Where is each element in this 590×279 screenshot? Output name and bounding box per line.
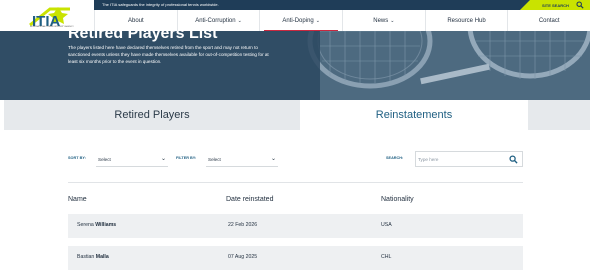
tab-bar: Retired Players Reinstatements	[0, 100, 590, 130]
tab-spacer	[528, 100, 590, 130]
site-header: ITIA INTERNATIONAL TENNIS INTEGRITY AGEN…	[0, 0, 590, 31]
nav-label: About	[127, 17, 144, 24]
nationality: USA	[381, 222, 392, 228]
tab-reinstatements[interactable]: Reinstatements	[300, 100, 528, 130]
chevron-down-icon: ⌄	[270, 156, 276, 162]
tagline: The ITIA safeguards the integrity of pro…	[102, 2, 219, 7]
page-title: Retired Players List	[68, 31, 218, 42]
filter-bar: SORT BY: Select ⌄ FILTER BY: Select ⌄ SE…	[0, 150, 590, 168]
site-search-label: SITE SEARCH	[542, 3, 569, 8]
chevron-down-icon: ⌄	[390, 17, 395, 24]
tab-label: Retired Players	[114, 109, 190, 121]
chevron-down-icon: ⌄	[315, 17, 320, 24]
logo-subtitle: INTERNATIONAL TENNIS INTEGRITY AGENCY	[30, 26, 74, 28]
column-header-date: Date reinstated	[226, 196, 274, 203]
player-first-name: Serena	[77, 222, 94, 228]
tab-retired-players[interactable]: Retired Players	[4, 100, 300, 130]
nav-item-anti-corruption[interactable]: Anti-Corruption ⌄	[176, 10, 260, 31]
hero-banner: Retired Players List The players listed …	[0, 31, 590, 100]
player-name: Serena Williams	[77, 222, 116, 228]
nav-item-contact[interactable]: Contact	[507, 10, 590, 31]
filter-select[interactable]: Select ⌄	[206, 151, 278, 167]
column-header-nationality: Nationality	[381, 196, 414, 203]
nav-item-news[interactable]: News ⌄	[342, 10, 425, 31]
search-icon	[576, 1, 584, 9]
nav-label: Resource Hub	[447, 17, 486, 24]
search-box	[415, 151, 523, 167]
divider	[68, 182, 523, 183]
filter-select-value: Select	[208, 157, 221, 162]
nav-item-about[interactable]: About	[94, 10, 177, 31]
sort-label: SORT BY:	[68, 156, 86, 160]
tab-label: Reinstatements	[375, 109, 453, 121]
main-nav: About Anti-Corruption ⌄ Anti-Doping ⌄ Ne…	[94, 10, 590, 31]
date-reinstated: 22 Feb 2026	[228, 222, 258, 228]
top-bar: The ITIA safeguards the integrity of pro…	[94, 0, 590, 10]
nav-item-anti-doping[interactable]: Anti-Doping ⌄	[259, 10, 342, 31]
nav-label: News	[373, 17, 389, 24]
nav-label: Contact	[538, 17, 560, 24]
search-label: SEARCH:	[386, 156, 404, 160]
filter-label: FILTER BY:	[176, 156, 197, 160]
nav-item-resource-hub[interactable]: Resource Hub	[424, 10, 508, 31]
date-reinstated: 07 Aug 2025	[228, 254, 258, 260]
chevron-down-icon: ⌄	[237, 17, 242, 24]
tennis-racket-image	[307, 31, 590, 89]
table-row[interactable]: Serena Williams 22 Feb 2026 USA	[68, 214, 523, 238]
sort-select-value: Select	[98, 157, 111, 162]
player-first-name: Bastian	[77, 254, 95, 260]
table-header: Name Date reinstated Nationality	[68, 196, 523, 208]
player-last-name: Williams	[95, 222, 117, 228]
search-input[interactable]	[418, 155, 498, 164]
player-name: Bastian Malla	[77, 254, 109, 260]
nav-label: Anti-Doping	[282, 17, 314, 24]
nav-label: Anti-Corruption	[195, 17, 236, 24]
nationality: CHL	[381, 254, 392, 260]
sort-select[interactable]: Select ⌄	[96, 151, 168, 167]
table-row[interactable]: Bastian Malla 07 Aug 2025 CHL	[68, 246, 523, 270]
chevron-down-icon: ⌄	[160, 156, 166, 162]
search-icon[interactable]	[509, 155, 518, 164]
site-search-button[interactable]: SITE SEARCH	[520, 0, 590, 10]
hero-description: The players listed here have declared th…	[68, 45, 269, 64]
player-last-name: Malla	[95, 254, 109, 260]
column-header-name: Name	[68, 196, 87, 203]
